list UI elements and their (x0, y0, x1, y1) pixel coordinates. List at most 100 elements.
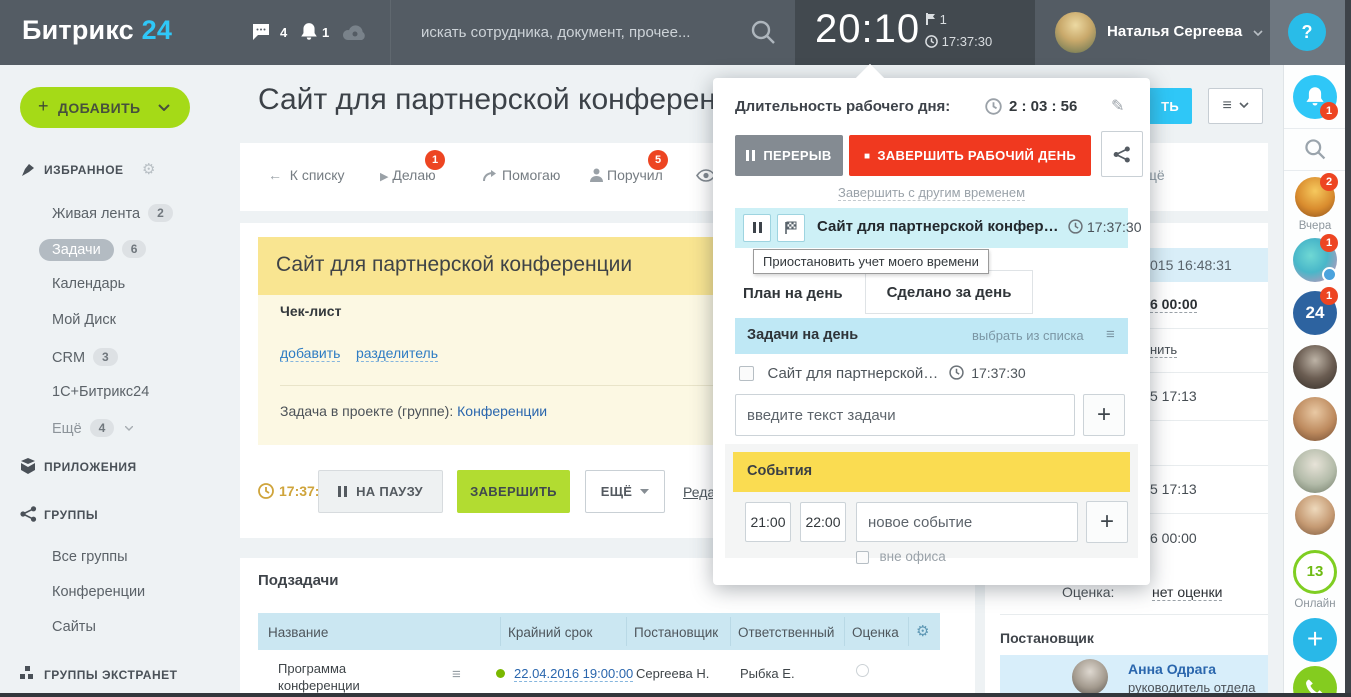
event-time-to-input[interactable] (800, 502, 846, 542)
pause-tracking-button[interactable] (743, 214, 771, 242)
sidebar-item-sites[interactable]: Сайты (52, 619, 96, 635)
rating-circle[interactable] (856, 664, 869, 677)
chat-avatar-badge: 1 (1320, 234, 1338, 252)
sidebar-item-my-disk[interactable]: Мой Диск (52, 312, 116, 328)
task-title: Сайт для партнерской конференции (276, 253, 632, 277)
logo[interactable]: Битрикс 24 (22, 15, 172, 46)
divider (1150, 372, 1268, 373)
creator-avatar[interactable] (1072, 659, 1108, 695)
col-creator[interactable]: Постановщик (634, 625, 718, 640)
day-task-label[interactable]: Сайт для партнерской… (767, 365, 938, 382)
finish-other-time-link[interactable]: Завершить с другим временем (713, 184, 1150, 202)
chat-avatar[interactable] (1295, 495, 1335, 535)
choose-from-list-link[interactable]: выбрать из списка (972, 328, 1084, 343)
chat-avatar[interactable] (1293, 397, 1337, 441)
bell-count[interactable]: 1 (322, 25, 329, 40)
new-event-input[interactable] (856, 502, 1078, 542)
task-checkbox[interactable] (739, 366, 754, 381)
current-time: 20:10 (815, 7, 920, 52)
sidebar-item-more[interactable]: Ещё4 (52, 419, 133, 437)
search-icon[interactable] (749, 18, 777, 46)
online-count-button[interactable]: 13 (1293, 550, 1337, 594)
out-of-office-label: вне офиса (879, 549, 945, 564)
sidebar-item-tasks[interactable]: Задачи6 (52, 239, 146, 261)
help-button[interactable]: ? (1288, 13, 1326, 51)
day-tasks-header: Задачи на день выбрать из списка ≡ (735, 318, 1128, 354)
tab-day-plan[interactable]: План на день (743, 285, 843, 302)
user-avatar[interactable] (1055, 12, 1096, 53)
gear-icon[interactable]: ⚙ (142, 160, 156, 178)
logo-24: 24 (142, 15, 172, 45)
chat-icon[interactable] (252, 23, 274, 42)
subtask-name-link[interactable]: Программа конференции (278, 660, 408, 694)
counter-badge: 6 (122, 240, 147, 258)
sidebar-item-conferences[interactable]: Конференции (52, 584, 145, 600)
out-of-office-option: вне офиса (856, 548, 946, 566)
project-link[interactable]: Конференции (457, 403, 547, 419)
sidebar-item-calendar[interactable]: Календарь (52, 276, 125, 292)
search-input[interactable] (421, 16, 731, 48)
detail-link-fragment[interactable]: нить (1150, 342, 1177, 357)
favorites-header[interactable]: ИЗБРАННОЕ ⚙ (44, 163, 124, 177)
checklist-divider-link[interactable]: разделитель (356, 345, 438, 362)
pin-icon (20, 161, 37, 178)
subtask-creator[interactable]: Сергеева Н. (636, 666, 709, 681)
bell-icon[interactable] (300, 22, 318, 42)
finish-task-button[interactable]: ЗАВЕРШИТЬ (457, 470, 570, 513)
list-icon[interactable]: ≡ (1106, 326, 1115, 343)
add-task-plus-button[interactable]: + (1083, 394, 1125, 436)
creator-name-link[interactable]: Анна Одрага (1128, 661, 1216, 677)
event-time-from-input[interactable] (745, 502, 791, 542)
cloud-icon[interactable] (342, 24, 368, 41)
subtask-deadline: 22.04.2016 19:00:00 (514, 666, 633, 681)
out-of-office-checkbox[interactable] (856, 551, 869, 564)
chat-count[interactable]: 4 (280, 25, 287, 40)
tab-assigned[interactable]: Поручил (590, 167, 663, 183)
tab-doing[interactable]: ▶ Делаю (380, 167, 436, 183)
break-button[interactable]: ПЕРЕРЫВ (735, 135, 843, 176)
finish-workday-button[interactable]: ■ЗАВЕРШИТЬ РАБОЧИЙ ДЕНЬ (849, 135, 1091, 176)
checkered-flag-icon (784, 221, 798, 235)
current-task-name[interactable]: Сайт для партнерской конфер… (817, 218, 1059, 235)
worktime-clock-button[interactable]: 20:10 1 17:37:30 (795, 0, 1035, 65)
sidebar-item-live-feed[interactable]: Живая лента2 (52, 204, 173, 222)
add-button[interactable]: +ДОБАВИТЬ (20, 87, 190, 128)
new-task-input[interactable] (735, 394, 1075, 436)
subtask-responsible[interactable]: Рыбка Е. (740, 666, 795, 681)
drag-handle-icon[interactable]: ≡ (452, 666, 461, 683)
sidebar-item-1c[interactable]: 1С+Битрикс24 (52, 384, 149, 400)
tab-doing-badge: 1 (425, 150, 445, 170)
table-settings-gear-icon[interactable]: ⚙ (916, 622, 929, 640)
tab-helping[interactable]: Помогаю (483, 167, 560, 183)
checklist-add-link[interactable]: добавить (280, 345, 340, 362)
user-menu[interactable]: Наталья Сергеева (1035, 0, 1270, 65)
col-responsible[interactable]: Ответственный (738, 625, 834, 640)
share-workday-button[interactable] (1101, 131, 1143, 177)
col-name[interactable]: Название (268, 625, 328, 640)
col-rating[interactable]: Оценка (852, 625, 899, 640)
invite-plus-button[interactable]: + (1293, 618, 1337, 662)
rail-search-icon[interactable] (1303, 137, 1327, 161)
sidebar-item-crm[interactable]: CRM3 (52, 348, 118, 366)
chat-avatar[interactable] (1293, 449, 1337, 493)
window-edge (1345, 0, 1351, 697)
view-settings-button[interactable]: ≡ (1208, 88, 1263, 124)
pause-icon (752, 150, 755, 161)
col-deadline[interactable]: Крайний срок (508, 625, 592, 640)
add-event-plus-button[interactable]: + (1086, 501, 1128, 543)
tab-day-done[interactable]: Сделано за день (865, 270, 1033, 314)
rating-value[interactable]: нет оценки (1152, 584, 1222, 600)
sidebar-item-all-groups[interactable]: Все группы (52, 549, 128, 565)
more-actions-button[interactable]: ЕЩЁ (585, 470, 665, 513)
events-section: События + вне офиса (725, 444, 1138, 558)
pause-button[interactable]: НА ПАУЗУ (318, 470, 443, 513)
detail-deadline-fragment[interactable]: 6 00:00 (1150, 296, 1197, 312)
tab-back-to-list[interactable]: ← К списку (268, 167, 345, 183)
apps-header[interactable]: ПРИЛОЖЕНИЯ (44, 460, 137, 474)
chat-avatar[interactable] (1293, 345, 1337, 389)
groups-header[interactable]: ГРУППЫ (44, 508, 98, 522)
extranet-header[interactable]: ГРУППЫ ЭКСТРАНЕТ (44, 668, 177, 682)
b24-chat-badge: 1 (1320, 287, 1338, 305)
edit-pencil-icon[interactable]: ✎ (1111, 96, 1124, 116)
finish-task-flag-button[interactable] (777, 214, 805, 242)
